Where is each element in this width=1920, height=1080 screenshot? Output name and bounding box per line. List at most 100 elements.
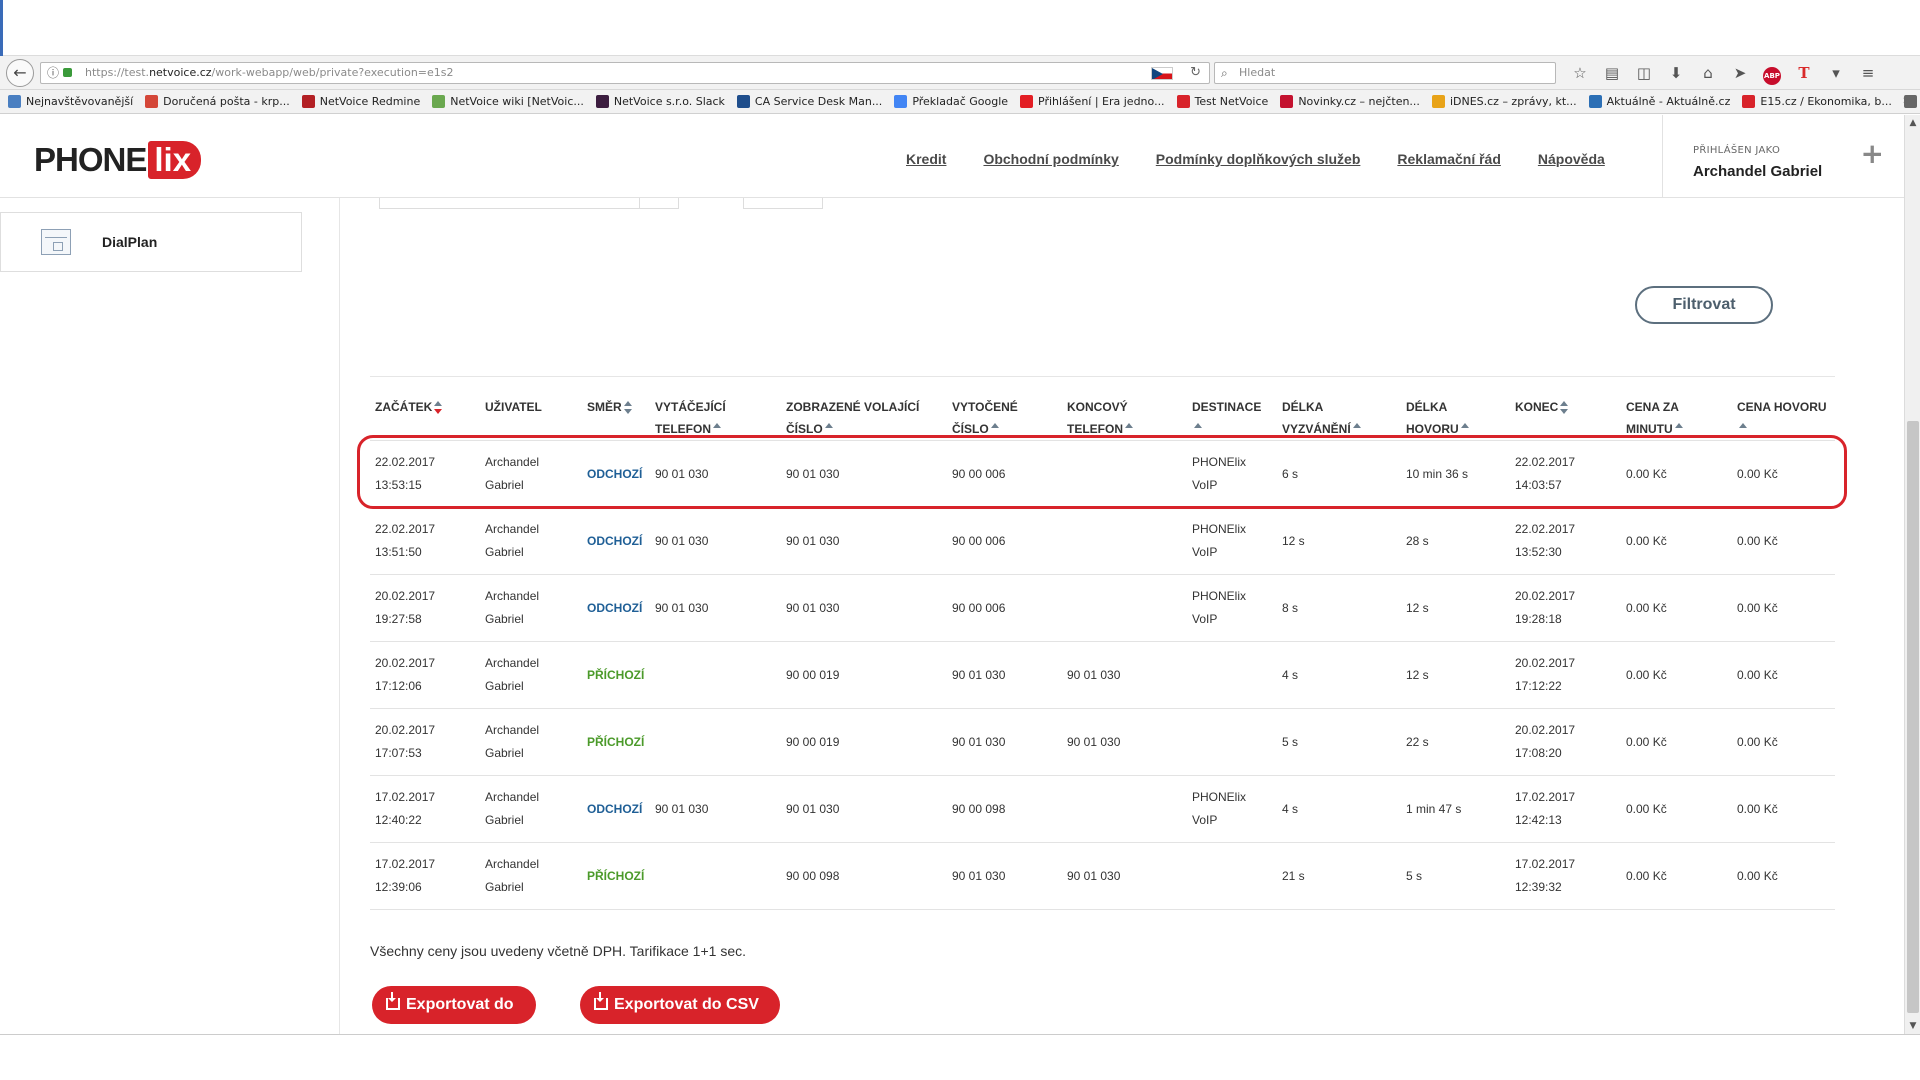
bookmark-label: Překladač Google	[912, 95, 1009, 108]
col-uzivatel[interactable]: UŽIVATEL	[480, 394, 582, 441]
bookmark-label: CA Service Desk Man...	[754, 95, 883, 108]
home-icon[interactable]: ⌂	[1694, 62, 1722, 84]
sort-icon[interactable]	[1739, 422, 1748, 437]
col-delka-hovoru[interactable]: DÉLKA HOVORU	[1401, 394, 1510, 441]
info-icon[interactable]: ⓘ	[47, 63, 59, 83]
cell-user: Archandel Gabriel	[480, 842, 582, 910]
table-row[interactable]: 22.02.2017 13:53:15 Archandel Gabriel ODCHOZ…	[370, 440, 1835, 508]
sort-icon[interactable]	[1194, 422, 1203, 437]
user-last: Gabriel	[485, 478, 524, 492]
nav-reklamacni-rad[interactable]: Reklamační řád	[1397, 151, 1501, 167]
user-name[interactable]: Archandel Gabriel	[1693, 163, 1822, 180]
col-delka-vyzvaneni[interactable]: DÉLKA VYZVÁNĚNÍ	[1277, 394, 1401, 441]
user-first: Archandel	[485, 790, 540, 804]
reading-list-icon[interactable]: ▤	[1598, 62, 1626, 84]
export-xls-button[interactable]: Exportovat do XLS	[372, 986, 536, 1024]
sort-icon[interactable]	[434, 400, 443, 415]
bookmark-item[interactable]: E15.cz / Ekonomika, b...	[1742, 95, 1892, 108]
sort-icon[interactable]	[1352, 422, 1362, 437]
dialed-number: 90 01 030	[952, 667, 1006, 682]
bookmarks-overflow-icon[interactable]: »	[1903, 93, 1910, 107]
t-extension-icon[interactable]: T	[1790, 62, 1818, 84]
bookmark-item[interactable]: Doručená pošta - krp...	[145, 95, 290, 108]
col-koncovy[interactable]: KONCOVÝ TELEFON	[1062, 394, 1187, 441]
scroll-down-icon[interactable]: ▼	[1908, 1021, 1918, 1031]
adblock-icon[interactable]: ABP	[1758, 62, 1786, 85]
dialed-number: 90 01 030	[952, 868, 1006, 883]
bookmark-item[interactable]: Aktuálně - Aktuálně.cz	[1588, 95, 1730, 108]
sort-icon[interactable]	[1125, 422, 1134, 437]
filter-field-partial-2[interactable]	[743, 198, 823, 209]
scroll-up-icon[interactable]: ▲	[1908, 118, 1918, 128]
ring-duration: 12 s	[1282, 533, 1305, 548]
search-input[interactable]: ⌕ Hledat	[1214, 62, 1556, 84]
talk-duration: 12 s	[1406, 667, 1429, 682]
talk-duration: 28 s	[1406, 533, 1429, 548]
table-row[interactable]: 20.02.2017 17:07:53 Archandel Gabriel PŘÍCHO…	[370, 708, 1835, 776]
end-phone: 90 01 030	[1067, 734, 1121, 749]
sort-icon[interactable]	[990, 422, 1000, 437]
download-icon[interactable]: ⬇	[1662, 62, 1690, 84]
end-date: 22.02.2017	[1515, 455, 1576, 469]
export-csv-button[interactable]: Exportovat do CSV	[580, 986, 780, 1024]
col-cena-za-minutu[interactable]: CENA ZA MINUTU	[1621, 394, 1732, 441]
table-row[interactable]: 20.02.2017 19:27:58 Archandel Gabriel ODCHOZ…	[370, 574, 1835, 642]
sort-icon[interactable]	[713, 422, 722, 437]
filter-button[interactable]: Filtrovat	[1635, 286, 1773, 324]
plus-icon[interactable]: +	[1861, 137, 1884, 170]
bookmark-item[interactable]: NetVoice Redmine	[301, 95, 420, 108]
nav-podminky-doplnkovych-sluzeb[interactable]: Podmínky doplňkových služeb	[1156, 151, 1361, 167]
bookmark-item[interactable]: CA Service Desk Man...	[736, 95, 883, 108]
send-icon[interactable]: ➤	[1726, 62, 1754, 84]
cell-destination: PHONElix VoIP	[1187, 775, 1277, 843]
bookmark-item[interactable]: Test NetVoice	[1176, 95, 1268, 108]
bookmark-item[interactable]: Překladač Google	[894, 95, 1008, 108]
overflow-icon[interactable]: ▾	[1822, 62, 1850, 84]
col-zacatek[interactable]: ZAČÁTEK	[370, 394, 480, 441]
bookmark-item[interactable]: Novinky.cz – nejčten...	[1280, 95, 1420, 108]
page-scrollbar[interactable]: ▲ ▼	[1904, 115, 1920, 1034]
table-row[interactable]: 17.02.2017 12:40:22 Archandel Gabriel ODCHOZ…	[370, 775, 1835, 843]
sort-icon[interactable]	[1460, 422, 1470, 437]
destination-2: VoIP	[1192, 478, 1218, 492]
reload-icon[interactable]: ↻	[1190, 63, 1201, 83]
bookmark-item[interactable]: NetVoice s.r.o. Slack	[595, 95, 725, 108]
sort-icon[interactable]	[824, 422, 834, 437]
nav-kredit[interactable]: Kredit	[906, 151, 946, 167]
divider	[370, 376, 1835, 377]
scrollbar-thumb[interactable]	[1907, 421, 1919, 1013]
pocket-icon[interactable]: ◫	[1630, 62, 1658, 84]
col-vytacejici[interactable]: VYTÁČEJÍCÍ TELEFON	[650, 394, 781, 441]
col-destinace[interactable]: DESTINACE	[1187, 394, 1277, 441]
star-icon[interactable]: ☆	[1566, 62, 1594, 84]
cell-end: 20.02.2017 17:12:22	[1510, 641, 1621, 709]
sidebar-item-dialplan[interactable]: DialPlan	[0, 212, 302, 272]
cell-shown: 90 01 030	[781, 574, 947, 642]
dialplan-icon	[41, 229, 71, 255]
filter-field-partial[interactable]	[379, 198, 679, 209]
menu-icon[interactable]: ≡	[1854, 62, 1882, 84]
bookmark-item[interactable]: iDNES.cz – zprávy, kt...	[1431, 95, 1577, 108]
col-konec[interactable]: KONEC	[1510, 394, 1621, 441]
sort-icon[interactable]	[1560, 400, 1569, 415]
col-cena-hovoru[interactable]: CENA HOVORU	[1732, 394, 1835, 441]
bookmark-item[interactable]: NetVoice wiki [NetVoic...	[432, 95, 584, 108]
address-bar[interactable]: ⓘ https://test.netvoice.cz/work-webapp/w…	[40, 62, 1210, 84]
nav-napoveda[interactable]: Nápověda	[1538, 151, 1605, 167]
col-zobrazene[interactable]: ZOBRAZENÉ VOLAJÍCÍ ČÍSLO	[781, 394, 947, 441]
col-vytocene[interactable]: VYTOČENÉ ČÍSLO	[947, 394, 1062, 441]
phonelix-logo[interactable]: PHONE lix	[34, 141, 202, 179]
bookmark-item[interactable]: Nejnavštěvovanější	[8, 95, 133, 108]
sort-icon[interactable]	[623, 400, 633, 415]
sort-icon[interactable]	[1674, 422, 1684, 437]
table-row[interactable]: 22.02.2017 13:51:50 Archandel Gabriel ODCHOZ…	[370, 507, 1835, 575]
table-row[interactable]: 17.02.2017 12:39:06 Archandel Gabriel PŘÍCHO…	[370, 842, 1835, 910]
col-smer[interactable]: SMĚR	[582, 394, 650, 441]
table-row[interactable]: 20.02.2017 17:12:06 Archandel Gabriel PŘÍCHO…	[370, 641, 1835, 709]
back-button[interactable]: ←	[6, 59, 34, 87]
direction: ODCHOZÍ	[587, 466, 643, 481]
bookmark-item[interactable]: Přihlášení | Era jedno...	[1020, 95, 1165, 108]
end-date: 20.02.2017	[1515, 656, 1576, 670]
nav-obchodni-podminky[interactable]: Obchodní podmínky	[983, 151, 1118, 167]
cell-user: Archandel Gabriel	[480, 574, 582, 642]
